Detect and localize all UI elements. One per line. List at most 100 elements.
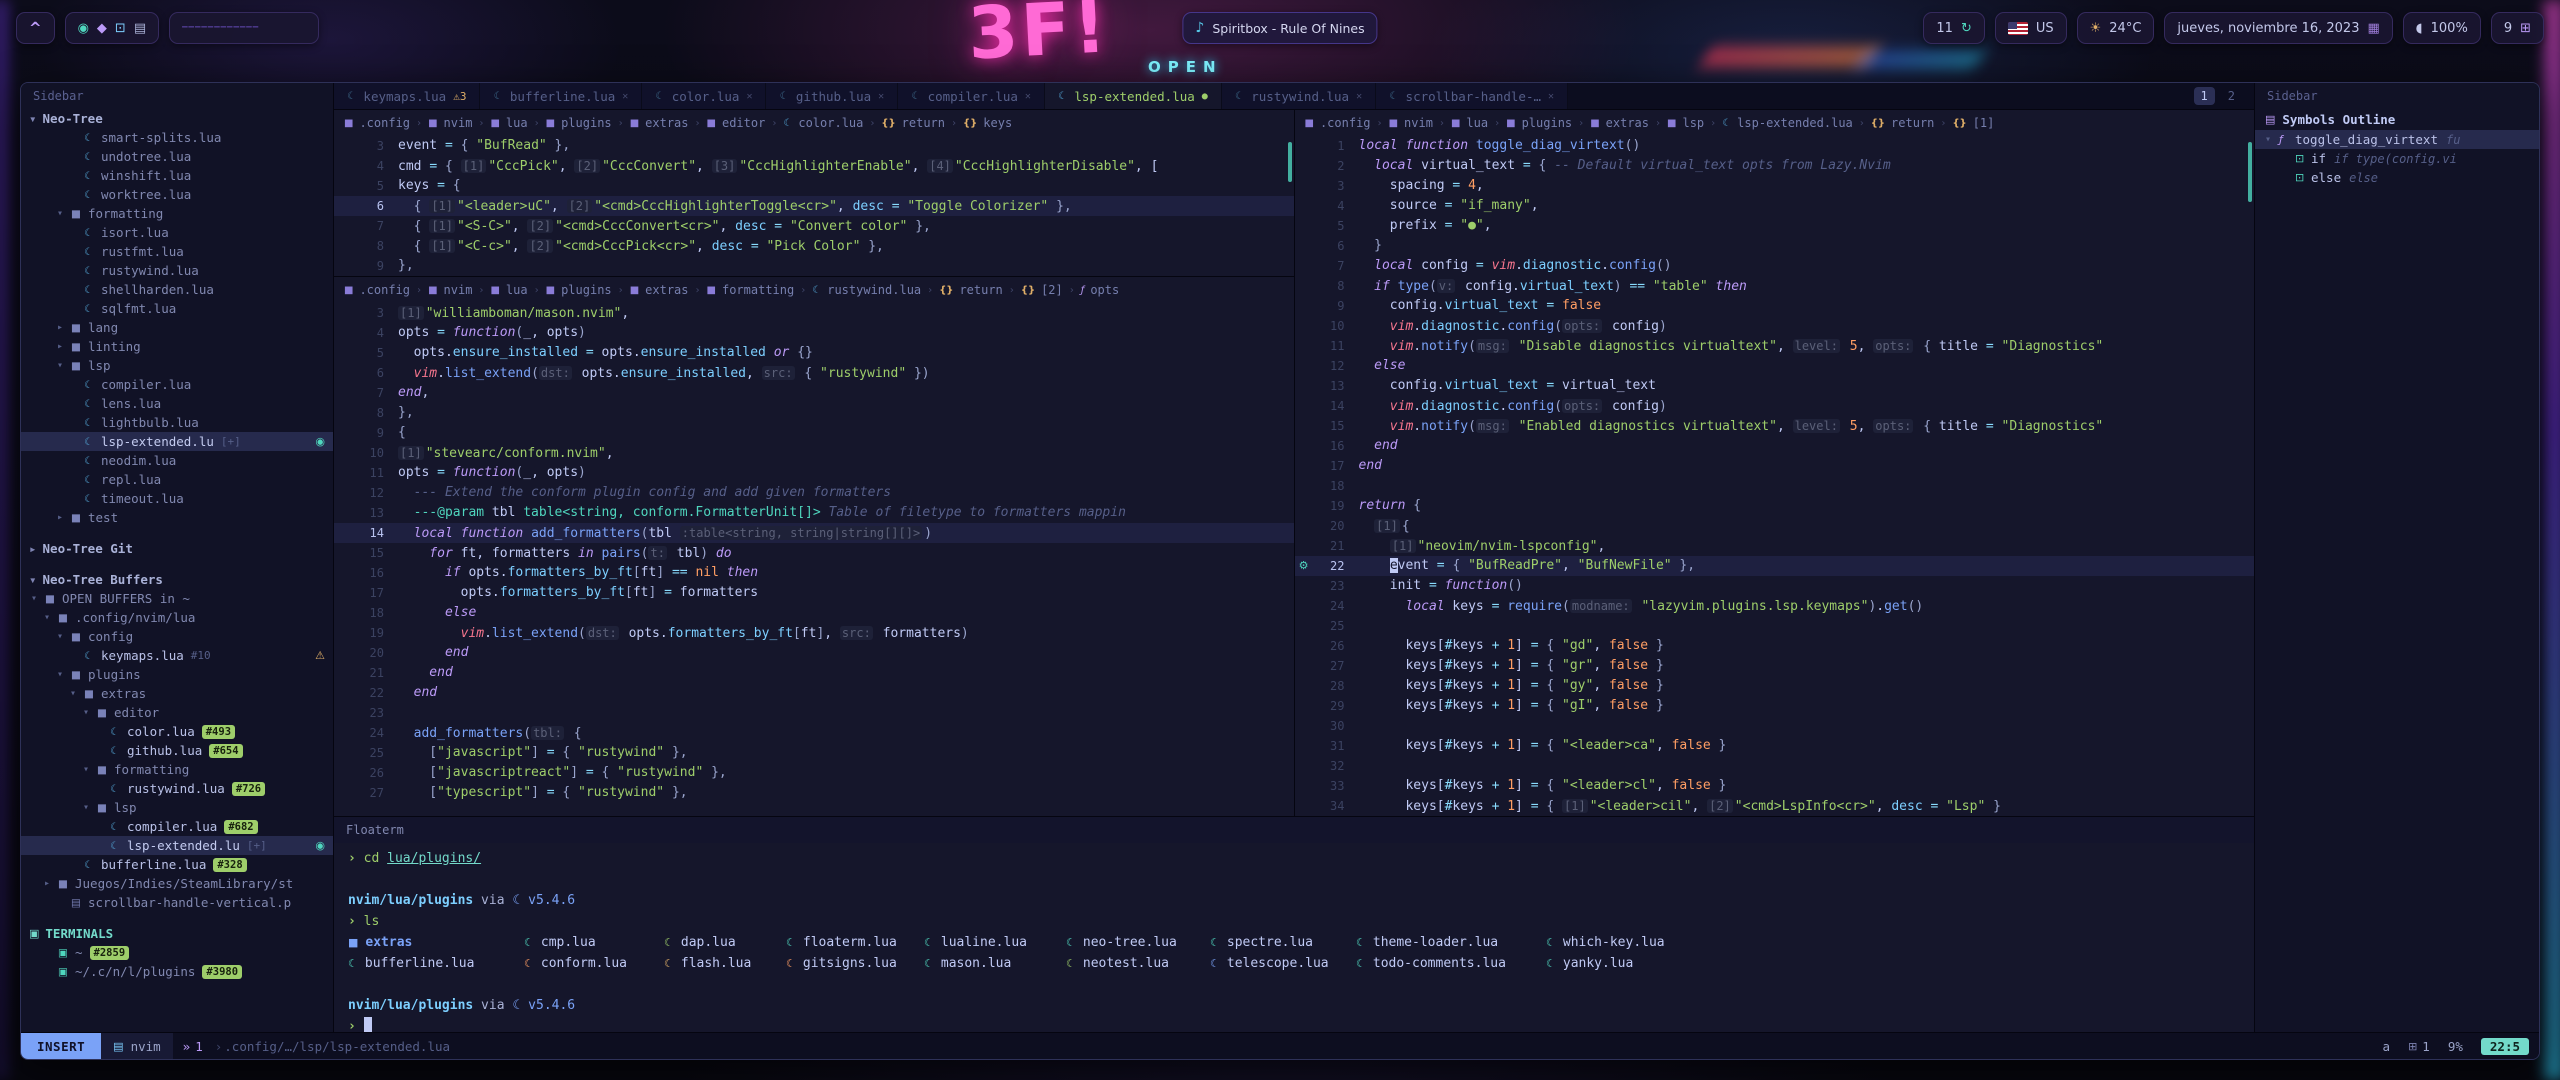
code-line[interactable]: 8}, bbox=[334, 403, 1294, 423]
code-line[interactable]: 26 ["javascriptreact"] = { "rustywind" }… bbox=[334, 763, 1294, 783]
tree-item[interactable]: ☾lens.lua bbox=[21, 394, 333, 413]
tree-item[interactable]: ☾github.lua#654 bbox=[21, 741, 333, 760]
tree-item[interactable]: ☾neodim.lua bbox=[21, 451, 333, 470]
tree-section-header[interactable]: ▣TERMINALS bbox=[21, 924, 333, 943]
launcher-button[interactable]: ^ bbox=[16, 12, 55, 44]
tab-lsp-extended.lua[interactable]: ☾lsp-extended.lua● bbox=[1045, 83, 1222, 109]
code-line[interactable]: 11opts = function(_, opts) bbox=[334, 463, 1294, 483]
code-line[interactable]: 12 else bbox=[1295, 356, 2255, 376]
code-line[interactable]: 10[1]"stevearc/conform.nvim", bbox=[334, 443, 1294, 463]
tree-item[interactable]: ▾■lsp bbox=[21, 356, 333, 375]
code-line[interactable]: 21 end bbox=[334, 663, 1294, 683]
code-line[interactable]: 15 for ft, formatters in pairs(t: tbl) d… bbox=[334, 543, 1294, 563]
code-line[interactable]: 5keys = { bbox=[334, 176, 1294, 196]
tabpage-1[interactable]: 1 bbox=[2194, 87, 2215, 105]
tree-item[interactable]: ☾rustywind.lua bbox=[21, 261, 333, 280]
tree-item[interactable]: ▣~#2859 bbox=[21, 943, 333, 962]
code-line[interactable]: 6 vim.list_extend(dst: opts.ensure_insta… bbox=[334, 363, 1294, 383]
code-line[interactable]: 14 vim.diagnostic.config(opts: config) bbox=[1295, 396, 2255, 416]
clipboard-icon[interactable]: ⊡ bbox=[115, 21, 126, 36]
code-line[interactable]: 24 local keys = require(modname: "lazyvi… bbox=[1295, 596, 2255, 616]
tree-item[interactable]: ☾lsp-extended.lu[+]◉ bbox=[21, 836, 333, 855]
code-line[interactable]: 9{ bbox=[334, 423, 1294, 443]
code-line[interactable]: 28 keys[#keys + 1] = { "gy", false } bbox=[1295, 676, 2255, 696]
close-icon[interactable]: ✕ bbox=[878, 91, 884, 102]
code-line[interactable]: 33 keys[#keys + 1] = { "<leader>cl", fal… bbox=[1295, 776, 2255, 796]
code-line[interactable]: 32 bbox=[1295, 756, 2255, 776]
tree-section-header[interactable]: ▸Neo-Tree Git bbox=[21, 539, 333, 558]
code-line[interactable]: 20 [1]{ bbox=[1295, 516, 2255, 536]
tree-item[interactable]: ▸■test bbox=[21, 508, 333, 527]
code-line[interactable]: 4cmd = { [1]"CccPick", [2]"CccConvert", … bbox=[334, 156, 1294, 176]
tab-bufferline.lua[interactable]: ☾bufferline.lua✕ bbox=[480, 83, 642, 109]
code-line[interactable]: 3event = { "BufRead" }, bbox=[334, 136, 1294, 156]
outline-item[interactable]: ▾ƒtoggle_diag_virtextfu bbox=[2255, 130, 2539, 149]
music-widget[interactable]: ♪ Spiritbox - Rule Of Nines bbox=[1182, 12, 1377, 44]
code-line[interactable]: 25 ["javascript"] = { "rustywind" }, bbox=[334, 743, 1294, 763]
code-line[interactable]: 10 vim.diagnostic.config(opts: config) bbox=[1295, 316, 2255, 336]
tree-item[interactable]: ▾■OPEN BUFFERS in ~ bbox=[21, 589, 333, 608]
code-line[interactable]: 7 local config = vim.diagnostic.config() bbox=[1295, 256, 2255, 276]
tree-item[interactable]: ▣~/.c/n/l/plugins#3980 bbox=[21, 962, 333, 981]
outline-item[interactable]: ⊡elseelse bbox=[2255, 168, 2539, 187]
tree-item[interactable]: ▾■.config/nvim/lua bbox=[21, 608, 333, 627]
code-line[interactable]: 26 keys[#keys + 1] = { "gd", false } bbox=[1295, 636, 2255, 656]
editor-lsp-extended-lua[interactable]: ■.config›■nvim›■lua›■plugins›■extras›■ls… bbox=[1294, 110, 2255, 816]
tree-item[interactable]: ☾rustfmt.lua bbox=[21, 242, 333, 261]
tab-scrollbar-handle-…[interactable]: ☾scrollbar-handle-…✕ bbox=[1376, 83, 1568, 109]
tree-item[interactable]: ☾timeout.lua bbox=[21, 489, 333, 508]
search-input[interactable]: ──────────── bbox=[169, 12, 319, 44]
close-icon[interactable]: ✕ bbox=[1548, 91, 1554, 102]
tree-item[interactable]: ▾■formatting bbox=[21, 204, 333, 223]
code-line[interactable]: 27 ["typescript"] = { "rustywind" }, bbox=[334, 783, 1294, 803]
code-line[interactable]: 15 vim.notify(msg: "Enabled diagnostics … bbox=[1295, 416, 2255, 436]
code-line[interactable]: 17 opts.formatters_by_ft[ft] = formatter… bbox=[334, 583, 1294, 603]
code-line[interactable]: ⚙22 event = { "BufReadPre", "BufNewFile"… bbox=[1295, 556, 2255, 576]
tree-item[interactable]: ☾lightbulb.lua bbox=[21, 413, 333, 432]
code-line[interactable]: 3[1]"williamboman/mason.nvim", bbox=[334, 303, 1294, 323]
floaterm-terminal[interactable]: › cd lua/plugins/ nvim/lua/plugins via ☾… bbox=[334, 843, 2254, 1032]
code-line[interactable]: 3 spacing = 4, bbox=[1295, 176, 2255, 196]
notes-icon[interactable]: ▤ bbox=[134, 21, 146, 36]
tree-item[interactable]: ☾keymaps.lua#10⚠ bbox=[21, 646, 333, 665]
close-icon[interactable]: ✕ bbox=[1356, 91, 1362, 102]
code-line[interactable]: 25 bbox=[1295, 616, 2255, 636]
code-line[interactable]: 7end, bbox=[334, 383, 1294, 403]
code-line[interactable]: 30 bbox=[1295, 716, 2255, 736]
code-line[interactable]: 27 keys[#keys + 1] = { "gr", false } bbox=[1295, 656, 2255, 676]
code-line[interactable]: 6 } bbox=[1295, 236, 2255, 256]
tree-item[interactable]: ▾■lsp bbox=[21, 798, 333, 817]
code-line[interactable]: 31 keys[#keys + 1] = { "<leader>ca", fal… bbox=[1295, 736, 2255, 756]
code-line[interactable]: 5 opts.ensure_installed = opts.ensure_in… bbox=[334, 343, 1294, 363]
tab-compiler.lua[interactable]: ☾compiler.lua✕ bbox=[898, 83, 1045, 109]
clock-module[interactable]: jueves, noviembre 16, 2023 ▦ bbox=[2164, 12, 2392, 44]
code-line[interactable]: 4 source = "if_many", bbox=[1295, 196, 2255, 216]
tree-item[interactable]: ▾■formatting bbox=[21, 760, 333, 779]
code-line[interactable]: 1local function toggle_diag_virtext() bbox=[1295, 136, 2255, 156]
code-line[interactable]: 4opts = function(_, opts) bbox=[334, 323, 1294, 343]
code-line[interactable]: 8 if type(v: config.virtual_text) == "ta… bbox=[1295, 276, 2255, 296]
tree-item[interactable]: ▸■lang bbox=[21, 318, 333, 337]
code-line[interactable]: 29 keys[#keys + 1] = { "gI", false } bbox=[1295, 696, 2255, 716]
widget-icon[interactable]: ◆ bbox=[97, 21, 107, 36]
code-line[interactable]: 24 add_formatters(tbl: { bbox=[334, 723, 1294, 743]
tree-item[interactable]: ▸■Juegos/Indies/SteamLibrary/st bbox=[21, 874, 333, 893]
code-line[interactable]: 20 end bbox=[334, 643, 1294, 663]
tree-item[interactable]: ☾bufferline.lua#328 bbox=[21, 855, 333, 874]
code-line[interactable]: 7 { [1]"<S-C>", [2]"<cmd>CccConvert<cr>"… bbox=[334, 216, 1294, 236]
tree-section-header[interactable]: ▾Neo-Tree bbox=[21, 109, 333, 128]
code-line[interactable]: 23 bbox=[334, 703, 1294, 723]
code-line[interactable]: 17end bbox=[1295, 456, 2255, 476]
keyboard-layout-module[interactable]: US bbox=[1995, 12, 2067, 44]
tree-item[interactable]: ▾■config bbox=[21, 627, 333, 646]
code-line[interactable]: 23 init = function() bbox=[1295, 576, 2255, 596]
tree-item[interactable]: ☾compiler.lua#682 bbox=[21, 817, 333, 836]
code-line[interactable]: 8 { [1]"<C-c>", [2]"<cmd>CccPick<cr>", d… bbox=[334, 236, 1294, 256]
tree-item[interactable]: ☾undotree.lua bbox=[21, 147, 333, 166]
code-line[interactable]: 14 local function add_formatters(tbl :ta… bbox=[334, 523, 1294, 543]
tab-github.lua[interactable]: ☾github.lua✕ bbox=[766, 83, 898, 109]
tree-item[interactable]: ☾worktree.lua bbox=[21, 185, 333, 204]
code-line[interactable]: 9}, bbox=[334, 256, 1294, 276]
tree-item[interactable]: ☾repl.lua bbox=[21, 470, 333, 489]
code-line[interactable]: 12 --- Extend the conform plugin config … bbox=[334, 483, 1294, 503]
